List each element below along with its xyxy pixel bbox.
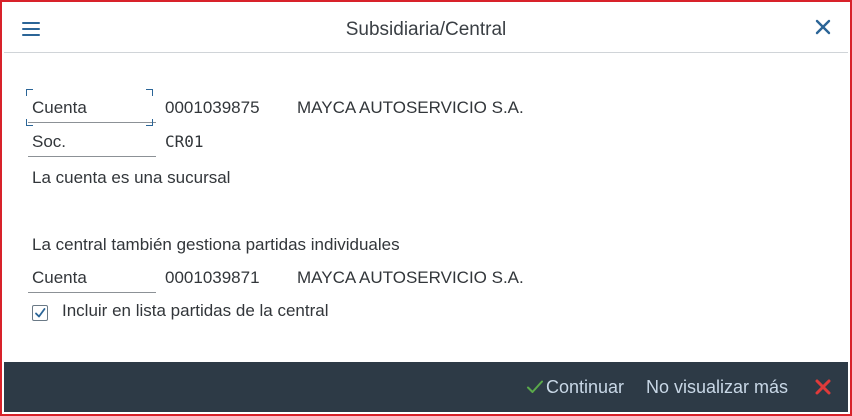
central-account-number: 0001039871 [165, 268, 260, 287]
company-row: Soc. CR01 [28, 127, 828, 157]
focus-corner-br [146, 119, 153, 126]
no-show-label: No visualizar más [645, 377, 788, 397]
central-account-name: MAYCA AUTOSERVICIO S.A. [297, 268, 524, 287]
close-icon[interactable] [812, 16, 834, 38]
account-label: Cuenta [32, 98, 87, 117]
include-central-checkbox[interactable] [32, 305, 48, 321]
central-note: La central también gestiona partidas ind… [32, 235, 400, 254]
dialog-title: Subsidiaria/Central [345, 19, 507, 40]
account-name: MAYCA AUTOSERVICIO S.A. [297, 98, 524, 117]
company-label-field[interactable]: Soc. [28, 127, 156, 157]
focus-corner-tl [26, 89, 33, 96]
continue-button[interactable]: Continuar [526, 362, 624, 412]
company-label: Soc. [32, 132, 67, 151]
dialog-header: Subsidiaria/Central [4, 4, 848, 53]
central-account-label: Cuenta [32, 268, 87, 287]
include-central-label: Incluir en lista partidas de la central [62, 301, 329, 320]
dialog-footer: Continuar No visualizar más [4, 362, 848, 412]
account-label-field[interactable]: Cuenta [28, 93, 156, 123]
central-account-row: Cuenta 0001039871 MAYCA AUTOSERVICIO S.A… [28, 263, 828, 293]
dialog-window: Subsidiaria/Central Cuenta 0001039875 MA… [0, 0, 852, 416]
branch-note: La cuenta es una sucursal [32, 168, 231, 187]
red-x-icon[interactable] [814, 378, 832, 396]
checkmark-icon [35, 308, 46, 318]
company-code: CR01 [165, 132, 204, 151]
dialog-content: Cuenta 0001039875 MAYCA AUTOSERVICIO S.A… [4, 53, 848, 362]
account-number: 0001039875 [165, 98, 260, 117]
account-row: Cuenta 0001039875 MAYCA AUTOSERVICIO S.A… [26, 89, 828, 126]
no-show-button[interactable]: No visualizar más [646, 362, 788, 412]
focus-corner-bl [26, 119, 33, 126]
central-account-label-field[interactable]: Cuenta [28, 263, 156, 293]
green-check-icon [526, 380, 543, 393]
focus-corner-tr [146, 89, 153, 96]
continue-label: Continuar [545, 377, 624, 397]
